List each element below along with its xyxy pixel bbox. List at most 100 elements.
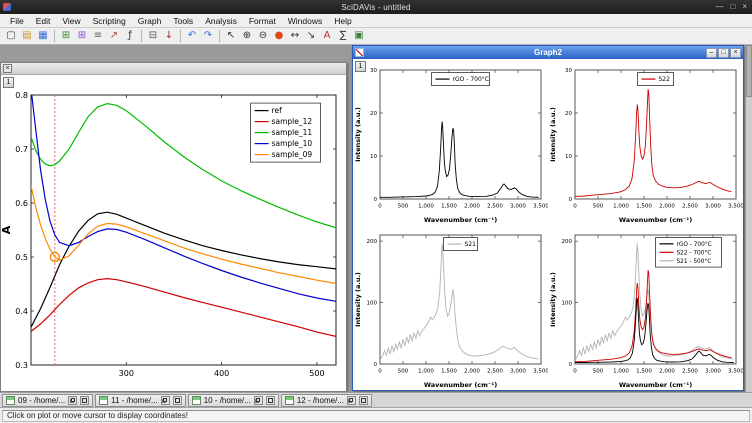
svg-text:1,000: 1,000 bbox=[418, 204, 434, 210]
menu-item-view[interactable]: View bbox=[56, 15, 86, 27]
app-maximize-button[interactable]: □ bbox=[730, 3, 735, 11]
app-minimize-button[interactable]: — bbox=[715, 3, 723, 11]
menu-item-file[interactable]: File bbox=[4, 15, 30, 27]
tab-restore-button[interactable] bbox=[347, 396, 356, 405]
svg-text:1,000: 1,000 bbox=[613, 369, 629, 375]
window-tab-1[interactable]: 11 - /home/... bbox=[95, 394, 186, 407]
menu-item-edit[interactable]: Edit bbox=[30, 15, 57, 27]
draw-arrow-button[interactable]: ↘ bbox=[303, 29, 319, 44]
svg-text:500: 500 bbox=[398, 204, 409, 210]
new-project-button[interactable]: ▢ bbox=[3, 29, 19, 44]
status-message: Click on plot or move cursor to display … bbox=[2, 410, 750, 422]
new-note-button[interactable]: ≡ bbox=[90, 29, 106, 44]
workspace-scrollbar-thumb[interactable] bbox=[746, 45, 752, 97]
absorbance-chart[interactable]: 3004005000.30.40.50.60.70.8Arefsample_12… bbox=[1, 75, 346, 391]
new-function-plot-button[interactable]: ƒ bbox=[122, 29, 138, 44]
add-equation-button[interactable]: ∑ bbox=[335, 29, 351, 44]
graph2-layer-button[interactable]: 1 bbox=[355, 61, 366, 72]
app-title: SciDAVis - untitled bbox=[0, 3, 752, 12]
tab-maximize-button[interactable] bbox=[359, 396, 368, 405]
app-close-button[interactable]: × bbox=[742, 3, 747, 11]
svg-text:0.6: 0.6 bbox=[15, 199, 28, 208]
table-icon bbox=[6, 396, 15, 405]
svg-text:1,500: 1,500 bbox=[636, 369, 652, 375]
svg-text:3,000: 3,000 bbox=[705, 204, 721, 210]
raman-s21-chart[interactable]: 05001,0001,5002,0002,5003,0003,500010020… bbox=[353, 224, 548, 389]
open-project-button[interactable]: ▤ bbox=[19, 29, 35, 44]
svg-text:2,000: 2,000 bbox=[464, 369, 480, 375]
svg-text:100: 100 bbox=[367, 300, 378, 306]
scidavis-app: SciDAVis - untitled —□× FileEditViewScri… bbox=[0, 0, 752, 423]
svg-text:30: 30 bbox=[370, 68, 377, 74]
undo-button[interactable]: ↶ bbox=[184, 29, 200, 44]
menu-item-help[interactable]: Help bbox=[328, 15, 357, 27]
zoom-in-button[interactable]: ⊕ bbox=[239, 29, 255, 44]
tab-restore-button[interactable] bbox=[254, 396, 263, 405]
svg-text:A: A bbox=[1, 225, 13, 234]
add-image-button[interactable]: ▣ bbox=[351, 29, 367, 44]
graph1-content: 1 3004005000.30.40.50.60.70.8Arefsample_… bbox=[1, 75, 346, 391]
raman-s22-chart[interactable]: 05001,0001,5002,0002,5003,0003,500010203… bbox=[548, 59, 743, 224]
graph2-minimize-button[interactable]: – bbox=[706, 48, 717, 58]
save-project-button[interactable]: ▦ bbox=[35, 29, 51, 44]
svg-text:10: 10 bbox=[565, 154, 572, 160]
new-graph-button[interactable]: ↗ bbox=[106, 29, 122, 44]
svg-text:0: 0 bbox=[573, 369, 577, 375]
table-icon bbox=[285, 396, 294, 405]
svg-text:Wavenumber (cm⁻¹): Wavenumber (cm⁻¹) bbox=[619, 381, 692, 389]
zoom-out-button[interactable]: ⊖ bbox=[255, 29, 271, 44]
svg-text:0.7: 0.7 bbox=[15, 145, 28, 154]
menu-item-scripting[interactable]: Scripting bbox=[87, 15, 132, 27]
svg-text:S22 - 700°C: S22 - 700°C bbox=[677, 250, 712, 256]
svg-text:rGO - 700°C: rGO - 700°C bbox=[453, 76, 489, 83]
tab-maximize-button[interactable] bbox=[80, 396, 89, 405]
svg-text:500: 500 bbox=[593, 204, 604, 210]
graph2-window[interactable]: Graph2 –□× 1 0 500 1,000 1,500 2,000 2,500 3,0… bbox=[352, 45, 744, 391]
redo-button[interactable]: ↷ bbox=[200, 29, 216, 44]
graph1-close-button[interactable]: × bbox=[3, 64, 12, 73]
graph2-titlebar[interactable]: Graph2 –□× bbox=[353, 46, 743, 59]
graph1-titlebar[interactable]: × bbox=[1, 63, 346, 75]
data-reader-button[interactable]: ● bbox=[271, 29, 287, 44]
svg-text:1,500: 1,500 bbox=[636, 204, 652, 210]
pointer-button[interactable]: ↖ bbox=[223, 29, 239, 44]
svg-text:1,500: 1,500 bbox=[441, 204, 457, 210]
export-pdf-button[interactable]: ↓ bbox=[161, 29, 177, 44]
new-matrix-button[interactable]: ⊞ bbox=[74, 29, 90, 44]
tab-maximize-button[interactable] bbox=[173, 396, 182, 405]
tab-maximize-button[interactable] bbox=[266, 396, 275, 405]
menu-item-analysis[interactable]: Analysis bbox=[199, 15, 243, 27]
svg-text:0: 0 bbox=[374, 197, 378, 203]
tab-restore-button[interactable] bbox=[161, 396, 170, 405]
menu-item-graph[interactable]: Graph bbox=[132, 15, 168, 27]
raman-overlay-chart[interactable]: 05001,0001,5002,0002,5003,0003,500010020… bbox=[548, 224, 743, 389]
svg-text:0: 0 bbox=[569, 362, 573, 368]
new-table-button[interactable]: ⊞ bbox=[58, 29, 74, 44]
svg-text:2,000: 2,000 bbox=[464, 204, 480, 210]
svg-text:0: 0 bbox=[378, 369, 382, 375]
workspace-scrollbar[interactable] bbox=[745, 45, 752, 392]
add-text-button[interactable]: A bbox=[319, 29, 335, 44]
print-button[interactable]: ⊟ bbox=[145, 29, 161, 44]
menu-item-windows[interactable]: Windows bbox=[282, 15, 328, 27]
svg-text:S21: S21 bbox=[465, 241, 477, 248]
graph1-window[interactable]: × 1 3004005000.30.40.50.60.70.8Arefsampl… bbox=[0, 62, 347, 392]
graph2-close-button[interactable]: × bbox=[730, 48, 741, 58]
graph2-maximize-button[interactable]: □ bbox=[718, 48, 729, 58]
svg-text:3,500: 3,500 bbox=[728, 369, 743, 375]
raman-rgo-chart[interactable]: 05001,0001,5002,0002,5003,0003,500010203… bbox=[353, 59, 548, 224]
select-range-button[interactable]: ↔ bbox=[287, 29, 303, 44]
svg-text:300: 300 bbox=[119, 369, 134, 378]
window-tab-3[interactable]: 12 - /home/... bbox=[281, 394, 372, 407]
menu-item-format[interactable]: Format bbox=[243, 15, 282, 27]
tab-restore-button[interactable] bbox=[68, 396, 77, 405]
app-titlebar[interactable]: SciDAVis - untitled — □ × bbox=[0, 0, 752, 14]
window-tab-0[interactable]: 09 - /home/... bbox=[2, 394, 93, 407]
graph1-layer-button[interactable]: 1 bbox=[3, 77, 14, 88]
menu-item-tools[interactable]: Tools bbox=[167, 15, 199, 27]
table-icon bbox=[192, 396, 201, 405]
window-tab-2[interactable]: 10 - /home/... bbox=[188, 394, 279, 407]
svg-text:2,500: 2,500 bbox=[682, 369, 698, 375]
table-icon bbox=[99, 396, 108, 405]
tab-label: 12 - /home/... bbox=[297, 396, 344, 405]
